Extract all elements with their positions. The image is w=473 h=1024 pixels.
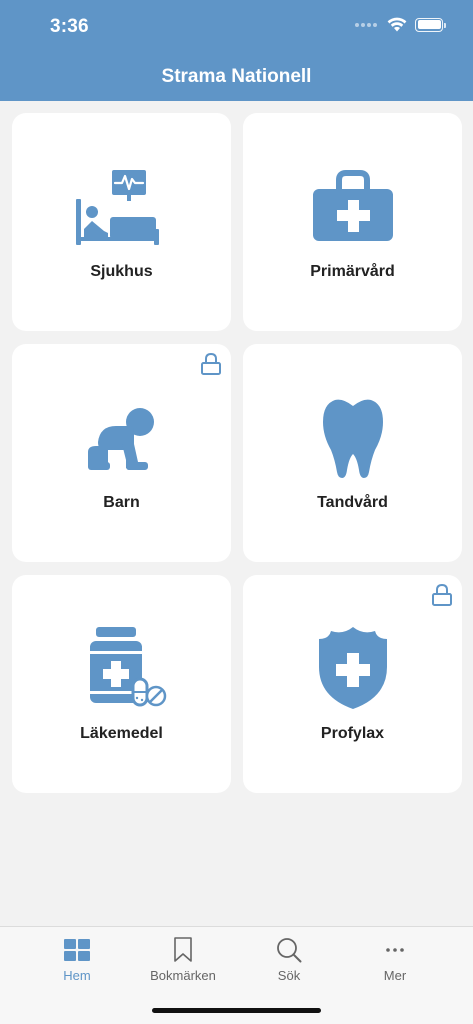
hospital-bed-icon [74, 165, 170, 251]
cellular-signal-icon [355, 22, 377, 27]
tile-label: Primärvård [310, 263, 395, 280]
shield-cross-icon [305, 627, 401, 713]
tile-label: Sjukhus [90, 263, 153, 280]
crawling-baby-icon [74, 396, 170, 482]
tile-tandvard[interactable]: Tandvård [243, 344, 462, 562]
tile-label: Läkemedel [80, 725, 163, 742]
status-icons [355, 17, 446, 32]
status-time: 3:36 [50, 16, 89, 37]
tile-lakemedel[interactable]: Läkemedel [12, 575, 231, 793]
home-indicator [152, 1008, 321, 1013]
tile-sjukhus[interactable]: Sjukhus [12, 113, 231, 331]
tooth-icon [305, 396, 401, 482]
battery-icon [415, 17, 446, 32]
tile-profylax[interactable]: Profylax [243, 575, 462, 793]
tab-hem[interactable]: Hem [24, 935, 130, 991]
tile-label: Tandvård [317, 494, 388, 511]
tab-mer[interactable]: Mer [342, 935, 448, 991]
category-grid: Sjukhus Primärvård Barn Tandvård Läkemed… [12, 113, 462, 793]
tab-bokmarken[interactable]: Bokmärken [130, 935, 236, 991]
page-title: Strama Nationell [161, 66, 312, 87]
medical-kit-icon [305, 165, 401, 251]
tile-primarvard[interactable]: Primärvård [243, 113, 462, 331]
app-screen: 3:36 Strama Nationell Sjukhus Primärvård… [0, 0, 473, 1024]
tile-label: Profylax [320, 725, 385, 742]
grid-icon [62, 935, 92, 965]
tab-label: Hem [63, 968, 91, 983]
medicine-bottle-icon [74, 627, 170, 713]
search-icon [274, 935, 304, 965]
tile-label: Barn [103, 494, 140, 511]
more-icon [380, 935, 410, 965]
lock-icon [200, 352, 222, 376]
tab-label: Bokmärken [150, 968, 216, 983]
bookmark-icon [168, 935, 198, 965]
wifi-icon [387, 17, 407, 32]
header-bar: 3:36 Strama Nationell [0, 0, 473, 101]
tab-label: Sök [277, 968, 301, 983]
lock-icon [431, 583, 453, 607]
tab-sok[interactable]: Sök [236, 935, 342, 991]
tile-barn[interactable]: Barn [12, 344, 231, 562]
tab-label: Mer [383, 968, 407, 983]
